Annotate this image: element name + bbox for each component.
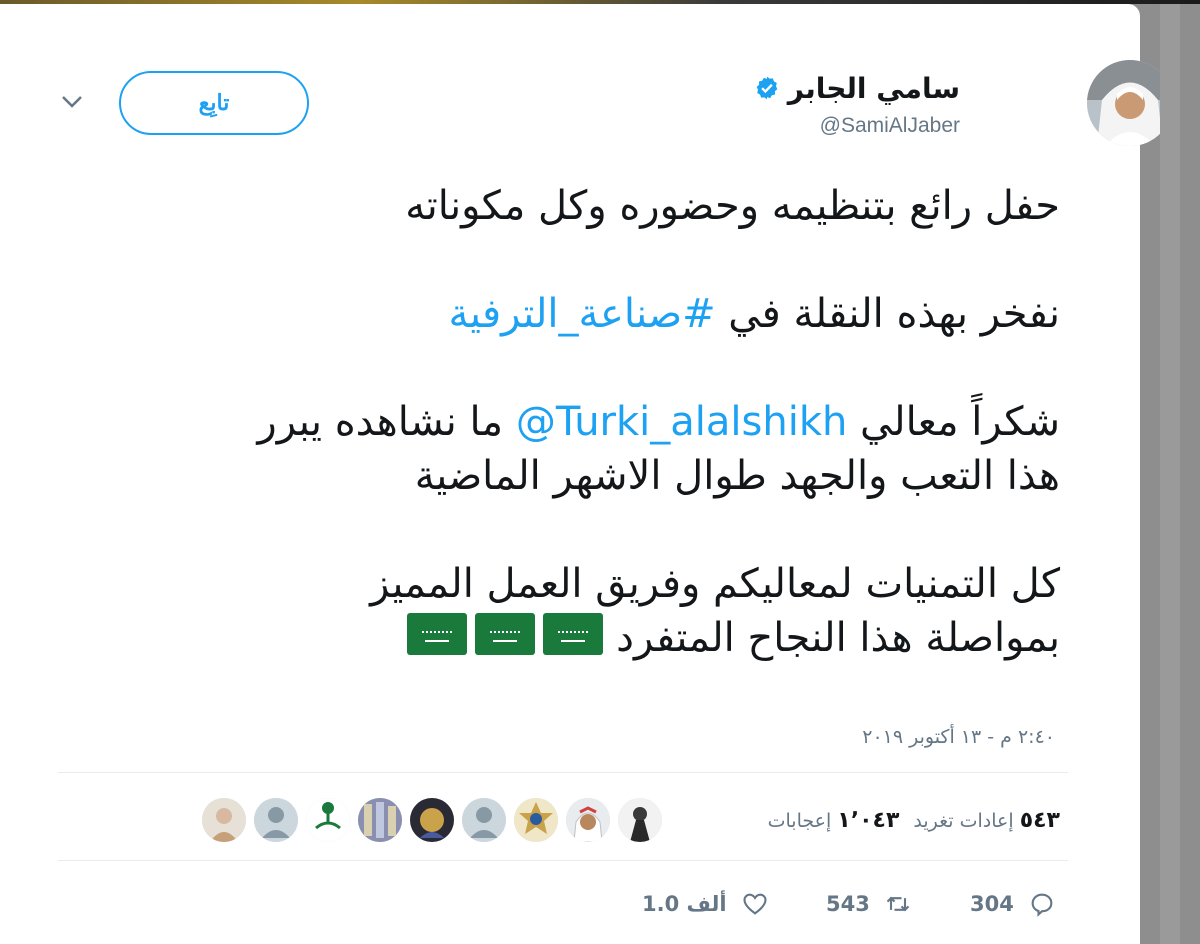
like-count: 1.0 ألف xyxy=(642,892,727,916)
mention-link[interactable]: @Turki_alalshikh xyxy=(516,399,848,445)
tweet-line: بمواصلة هذا النجاح المتفرد xyxy=(50,611,1060,665)
verified-badge-icon xyxy=(756,76,778,100)
follow-button[interactable]: تابِع xyxy=(119,71,309,135)
liker-avatar[interactable] xyxy=(410,798,454,842)
likes-label: إعجابات xyxy=(767,809,832,832)
reply-count: 304 xyxy=(970,892,1014,916)
likes-stat[interactable]: ١٬٠٤٣ إعجابات xyxy=(768,808,900,833)
tweet-line: شكراً معالي @Turki_alalshikh ما نشاهده ي… xyxy=(50,395,1060,449)
liker-avatar[interactable] xyxy=(202,798,246,842)
liker-avatars xyxy=(202,798,662,842)
saudi-flag-icon xyxy=(475,613,536,655)
hashtag-link[interactable]: #صناعة_الترفية xyxy=(448,291,715,337)
tweet-line: حفل رائع بتنظيمه وحضوره وكل مكوناته xyxy=(405,183,1060,229)
saudi-flag-icon xyxy=(407,613,468,655)
liker-avatar[interactable] xyxy=(254,798,298,842)
like-button[interactable]: 1.0 ألف xyxy=(642,884,769,924)
liker-avatar[interactable] xyxy=(462,798,506,842)
divider xyxy=(58,772,1068,773)
tweet-card: سامي الجابر @SamiAlJaber تابِع حفل رائع … xyxy=(0,4,1173,944)
liker-avatar[interactable] xyxy=(306,798,350,842)
tweet-timestamp[interactable]: ٢:٤٠ م - ١٣ أكتوبر ٢٠١٩ xyxy=(862,726,1055,748)
saudi-flag-icon xyxy=(543,613,604,655)
scrollbar[interactable] xyxy=(1160,4,1180,944)
liker-avatar[interactable] xyxy=(618,798,662,842)
divider xyxy=(58,860,1068,861)
chevron-down-icon[interactable] xyxy=(58,92,86,112)
liker-avatar[interactable] xyxy=(566,798,610,842)
author-name-row[interactable]: سامي الجابر xyxy=(754,68,960,108)
retweets-stat[interactable]: ٥٤٣ إعادات تغريد xyxy=(913,808,1060,833)
retweet-count: 543 xyxy=(826,892,870,916)
likes-count: ١٬٠٤٣ xyxy=(837,807,900,833)
retweets-count: ٥٤٣ xyxy=(1019,807,1060,833)
tweet-line-text: نفخر بهذه النقلة في xyxy=(715,291,1060,337)
tweet-line-text: شكراً معالي xyxy=(847,399,1060,445)
tweet-line-text: ما نشاهده يبرر xyxy=(257,399,516,445)
retweet-icon xyxy=(886,896,910,912)
tweet-line: نفخر بهذه النقلة في #صناعة_الترفية xyxy=(50,287,1060,341)
reply-icon xyxy=(1031,893,1053,917)
tweet-line: هذا التعب والجهد طوال الاشهر الماضية xyxy=(414,453,1060,499)
tweet-line: كل التمنيات لمعاليكم وفريق العمل المميز xyxy=(370,561,1060,607)
tweet-stats: ٥٤٣ إعادات تغريد ١٬٠٤٣ إعجابات xyxy=(768,802,1060,838)
tweet-actions: 304 543 1.0 ألف xyxy=(640,884,1070,924)
liker-avatar[interactable] xyxy=(358,798,402,842)
retweets-label: إعادات تغريد xyxy=(913,809,1014,832)
author-name[interactable]: سامي الجابر xyxy=(788,72,960,105)
author-handle[interactable]: @SamiAlJaber xyxy=(820,114,960,138)
reply-button[interactable]: 304 xyxy=(970,884,1056,924)
liker-avatar[interactable] xyxy=(514,798,558,842)
tweet-text: حفل رائع بتنظيمه وحضوره وكل مكوناته نفخر… xyxy=(50,179,1060,665)
like-icon xyxy=(743,893,767,915)
tweet-line-text: بمواصلة هذا النجاح المتفرد xyxy=(603,615,1060,661)
retweet-button[interactable]: 543 xyxy=(826,884,912,924)
